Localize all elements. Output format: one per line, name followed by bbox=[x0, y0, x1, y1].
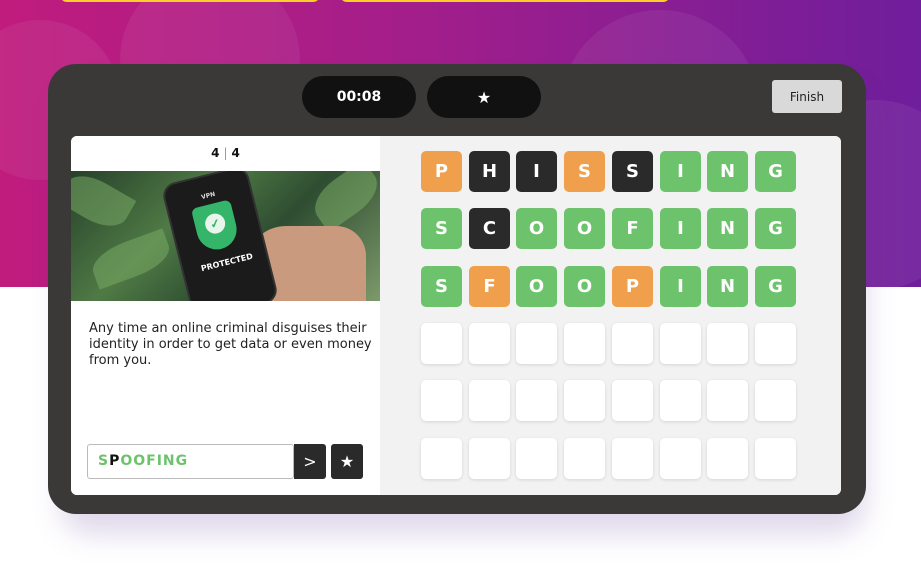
letter-tile bbox=[516, 438, 557, 479]
chevron-right-icon: > bbox=[303, 452, 317, 471]
letter-tile: P bbox=[421, 151, 462, 192]
letter-tile: H bbox=[469, 151, 510, 192]
clue-text: Any time an online criminal disguises th… bbox=[89, 321, 372, 368]
plant-leaf bbox=[305, 171, 380, 233]
answer-letter-highlight: P bbox=[109, 453, 121, 469]
plant-leaf bbox=[87, 228, 175, 290]
answer-input[interactable]: SPOOFING bbox=[87, 444, 294, 479]
letter-tile: I bbox=[660, 151, 701, 192]
protected-label: PROTECTED bbox=[200, 251, 254, 274]
letter-tile bbox=[469, 380, 510, 421]
timer-display: 00:08 bbox=[302, 76, 416, 118]
letter-tile bbox=[421, 438, 462, 479]
letter-tile: O bbox=[564, 266, 605, 307]
letter-tile bbox=[564, 380, 605, 421]
game-screen: 4 | 4 VPN ✓ PROTECTED Any time an online c… bbox=[71, 136, 841, 495]
progress-total: 4 bbox=[231, 146, 240, 160]
letter-tile bbox=[516, 380, 557, 421]
letter-tile bbox=[564, 323, 605, 364]
letter-tile bbox=[755, 438, 796, 479]
star-icon: ★ bbox=[476, 87, 492, 107]
letter-tile: I bbox=[516, 151, 557, 192]
letter-tile bbox=[755, 323, 796, 364]
letter-tile bbox=[660, 438, 701, 479]
letter-tile: S bbox=[421, 208, 462, 249]
letter-tile: N bbox=[707, 151, 748, 192]
letter-tile: O bbox=[564, 208, 605, 249]
answer-letter-first: S bbox=[98, 453, 110, 469]
letter-tile bbox=[612, 323, 653, 364]
letter-tile bbox=[660, 323, 701, 364]
headline-cropped bbox=[340, 0, 670, 2]
clue-image: VPN ✓ PROTECTED bbox=[71, 171, 380, 301]
letter-tile bbox=[755, 380, 796, 421]
letter-tile: O bbox=[516, 208, 557, 249]
plant-leaf bbox=[71, 171, 137, 236]
word-grid: PHISSINGSCOOFINGSFOOPING bbox=[380, 136, 841, 495]
letter-tile bbox=[421, 323, 462, 364]
letter-tile bbox=[612, 380, 653, 421]
favorite-star-button[interactable]: ★ bbox=[427, 76, 541, 118]
progress-separator: | bbox=[223, 146, 228, 160]
letter-tile: N bbox=[707, 266, 748, 307]
letter-tile bbox=[469, 438, 510, 479]
question-progress: 4 | 4 bbox=[71, 146, 380, 160]
letter-tile: F bbox=[612, 208, 653, 249]
letter-tile: F bbox=[469, 266, 510, 307]
letter-tile bbox=[707, 380, 748, 421]
headline-cropped bbox=[60, 0, 320, 2]
shield-icon: ✓ bbox=[190, 199, 241, 254]
letter-tile bbox=[707, 323, 748, 364]
letter-tile: G bbox=[755, 208, 796, 249]
star-icon: ★ bbox=[339, 452, 355, 471]
check-icon: ✓ bbox=[203, 211, 228, 236]
letter-tile: I bbox=[660, 266, 701, 307]
smartphone-illustration: VPN ✓ PROTECTED bbox=[160, 171, 280, 301]
letter-tile: G bbox=[755, 266, 796, 307]
letter-tile: C bbox=[469, 208, 510, 249]
letter-tile: S bbox=[612, 151, 653, 192]
letter-tile: S bbox=[564, 151, 605, 192]
clue-panel: 4 | 4 VPN ✓ PROTECTED Any time an online c… bbox=[71, 136, 380, 495]
letter-tile: P bbox=[612, 266, 653, 307]
letter-tile: O bbox=[516, 266, 557, 307]
letter-tile: G bbox=[755, 151, 796, 192]
letter-tile bbox=[707, 438, 748, 479]
finish-button[interactable]: Finish bbox=[772, 80, 842, 113]
hint-star-button[interactable]: ★ bbox=[331, 444, 363, 479]
letter-tile bbox=[660, 380, 701, 421]
letter-tile: S bbox=[421, 266, 462, 307]
answer-letters-rest: OOFING bbox=[120, 453, 189, 469]
letter-tile: N bbox=[707, 208, 748, 249]
letter-tile bbox=[469, 323, 510, 364]
letter-tile bbox=[564, 438, 605, 479]
letter-tile bbox=[421, 380, 462, 421]
letter-tile bbox=[516, 323, 557, 364]
submit-answer-button[interactable]: > bbox=[294, 444, 326, 479]
letter-tile: I bbox=[660, 208, 701, 249]
letter-tile bbox=[612, 438, 653, 479]
progress-current: 4 bbox=[211, 146, 220, 160]
